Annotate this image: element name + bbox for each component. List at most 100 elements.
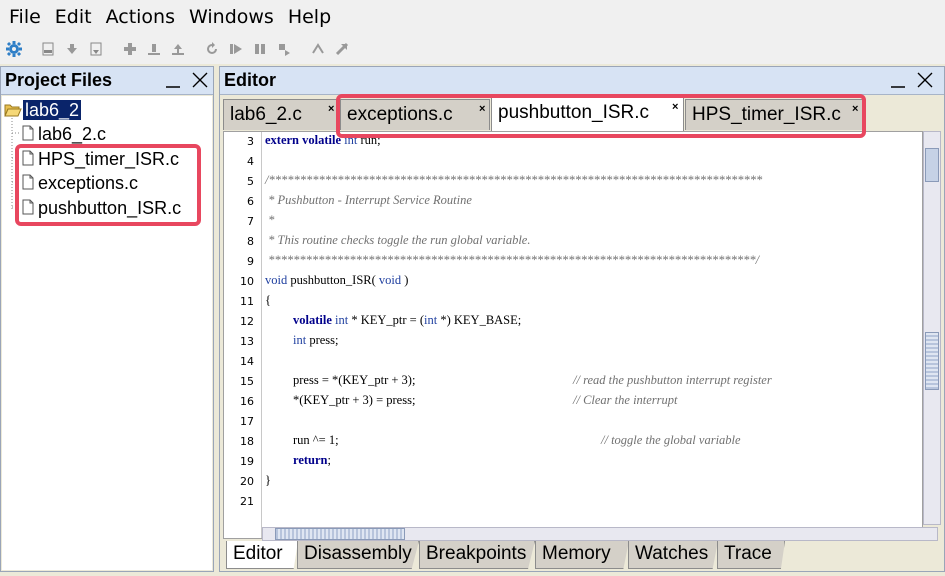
step-icon[interactable] <box>274 39 294 59</box>
line-number: 9 <box>247 255 254 268</box>
tree-file-exceptions[interactable]: exceptions.c <box>22 172 138 195</box>
tab-label: pushbutton_ISR.c <box>498 102 650 123</box>
code-line-7: * <box>265 213 275 227</box>
minimize-icon[interactable] <box>165 70 181 90</box>
line-number: 18 <box>240 435 254 448</box>
line-number: 12 <box>240 315 254 328</box>
tree-file-hps-timer-isr[interactable]: HPS_timer_ISR.c <box>22 148 179 171</box>
tree-file-label: pushbutton_ISR.c <box>38 198 182 218</box>
line-number: 17 <box>240 415 254 428</box>
menu-help[interactable]: Help <box>281 0 338 34</box>
close-icon[interactable] <box>916 71 934 89</box>
settings-gear-icon[interactable] <box>4 39 24 59</box>
tab-pushbutton-isr[interactable]: pushbutton_ISR.c × <box>491 97 684 131</box>
code-line-5: /***************************************… <box>265 173 763 187</box>
code-editor[interactable]: 3 4 5 6 7 8 9 10 11 12 13 14 15 16 17 18… <box>223 131 923 539</box>
code-line-8: * This routine checks toggle the run glo… <box>265 233 531 247</box>
editor-panel-header: Editor <box>220 67 944 95</box>
editor-file-tabs: lab6_2.c × exceptions.c × pushbutton_ISR… <box>223 97 863 131</box>
line-number: 10 <box>240 275 254 288</box>
line-number: 20 <box>240 475 254 488</box>
horizontal-scroll-thumb[interactable] <box>275 528 405 540</box>
tab-editor[interactable]: Editor <box>226 541 298 569</box>
tab-close-icon[interactable]: × <box>479 102 485 116</box>
tab-close-icon[interactable]: × <box>672 100 678 114</box>
code-text: ) <box>401 273 409 287</box>
line-number: 16 <box>240 395 254 408</box>
code-line-19: return; <box>293 453 331 468</box>
close-icon[interactable] <box>191 71 209 89</box>
line-number: 4 <box>247 155 254 168</box>
tab-breakpoints[interactable]: Breakpoints <box>419 541 535 569</box>
code-line-12: volatile int * KEY_ptr = (int *) KEY_BAS… <box>293 313 521 328</box>
vertical-scrollbar[interactable] <box>923 131 941 525</box>
code-type: int <box>293 333 307 347</box>
line-number: 13 <box>240 335 254 348</box>
tree-file-label: exceptions.c <box>38 173 139 193</box>
tab-label: HPS_timer_ISR.c <box>692 104 841 125</box>
vertical-scroll-grip[interactable] <box>925 332 939 390</box>
horizontal-scrollbar[interactable] <box>262 527 938 541</box>
code-text: run; <box>357 133 381 147</box>
restart-icon[interactable] <box>202 39 222 59</box>
code-comment-16: // Clear the interrupt <box>573 393 678 407</box>
tree-file-pushbutton-isr[interactable]: pushbutton_ISR.c <box>22 197 181 220</box>
code-line-9: ****************************************… <box>265 253 760 267</box>
download-icon[interactable] <box>144 39 164 59</box>
tree-file-lab6-2[interactable]: lab6_2.c <box>22 123 106 146</box>
tree-root[interactable]: lab6_2 <box>4 99 82 122</box>
tab-disassembly[interactable]: Disassembly <box>297 541 419 569</box>
pause-icon[interactable] <box>250 39 270 59</box>
vertical-scroll-thumb[interactable] <box>925 148 939 182</box>
tree-file-label: HPS_timer_ISR.c <box>38 149 180 169</box>
code-line-20: } <box>265 473 271 487</box>
tab-hps-timer-isr[interactable]: HPS_timer_ISR.c × <box>685 99 863 130</box>
minimize-icon[interactable] <box>890 70 906 90</box>
upload-icon[interactable] <box>168 39 188 59</box>
project-files-panel: Project Files lab6_2 lab6_2.c HPS_timer_… <box>0 66 214 572</box>
tab-exceptions[interactable]: exceptions.c × <box>340 99 490 130</box>
code-keyword: volatile <box>293 313 332 327</box>
code-text: *) KEY_BASE; <box>437 313 522 327</box>
folder-open-icon <box>4 100 22 122</box>
code-line-11: { <box>265 293 271 307</box>
editor-bottom-tabs: Editor Disassembly Breakpoints Memory Wa… <box>223 541 923 571</box>
code-keyword: return <box>293 453 328 467</box>
line-number: 19 <box>240 455 254 468</box>
tab-trace[interactable]: Trace <box>717 541 785 569</box>
code-line-10: void pushbutton_ISR( void ) <box>265 273 408 288</box>
menu-actions[interactable]: Actions <box>99 0 182 34</box>
code-line-3: extern volatile int run; <box>265 133 381 148</box>
editor-panel: Editor lab6_2.c × exceptions.c × pushbut… <box>219 66 945 572</box>
tab-lab6-2[interactable]: lab6_2.c × <box>223 99 339 130</box>
line-number: 8 <box>247 235 254 248</box>
line-number: 5 <box>247 175 254 188</box>
tab-close-icon[interactable]: × <box>328 102 334 116</box>
file-icon <box>22 124 34 146</box>
code-line-15: press = *(KEY_ptr + 3); <box>293 373 416 387</box>
project-panel-title: Project Files <box>5 70 113 90</box>
file-icon <box>22 198 34 220</box>
compile-icon[interactable] <box>38 39 58 59</box>
code-text: * KEY_ptr = ( <box>348 313 425 327</box>
add-icon[interactable] <box>120 39 140 59</box>
code-keyword: extern volatile <box>265 133 342 147</box>
menu-edit[interactable]: Edit <box>48 0 99 34</box>
step-out-icon[interactable] <box>332 39 352 59</box>
load-icon[interactable] <box>62 39 82 59</box>
tab-label: lab6_2.c <box>230 104 302 125</box>
tab-close-icon[interactable]: × <box>852 102 858 116</box>
compile-load-icon[interactable] <box>86 39 106 59</box>
code-type: void <box>265 273 288 287</box>
line-number: 11 <box>240 295 254 308</box>
tab-label: exceptions.c <box>347 104 453 125</box>
toolbar <box>0 34 945 64</box>
step-over-icon[interactable] <box>308 39 328 59</box>
tab-watches[interactable]: Watches <box>628 541 718 569</box>
menu-file[interactable]: File <box>2 0 48 34</box>
tab-memory[interactable]: Memory <box>535 541 629 569</box>
code-line-16: *(KEY_ptr + 3) = press; <box>293 393 416 407</box>
menu-windows[interactable]: Windows <box>182 0 281 34</box>
code-type: void <box>375 273 402 287</box>
continue-icon[interactable] <box>226 39 246 59</box>
